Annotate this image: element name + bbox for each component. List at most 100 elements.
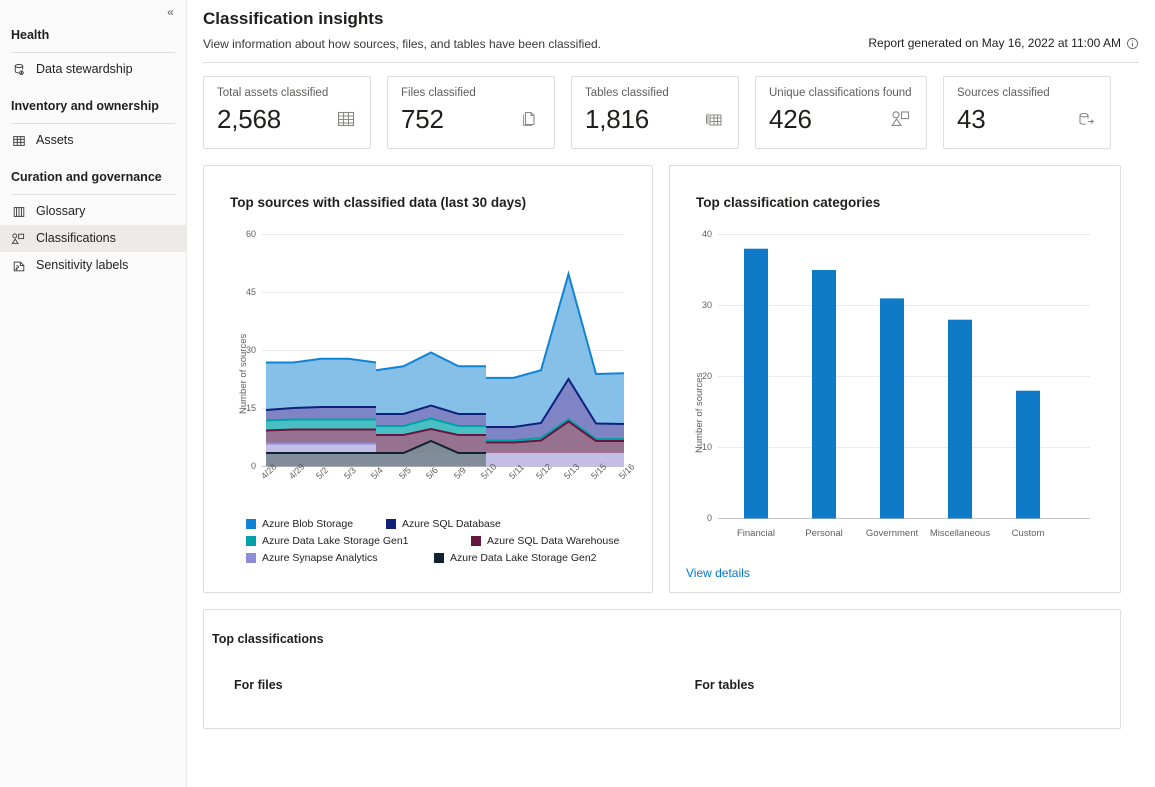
bar-government [880, 298, 904, 518]
kpi-value: 426 [769, 102, 812, 136]
panel-title: Top classification categories [670, 166, 1120, 212]
y-axis-label: Number of sources [694, 373, 705, 453]
bar-financial [744, 249, 768, 519]
y-tick: 20 [688, 371, 712, 381]
tables-stack-icon [704, 109, 724, 129]
legend-item-sql-data-warehouse[interactable]: Azure SQL Data Warehouse [471, 535, 619, 547]
legend-label: Azure SQL Data Warehouse [487, 535, 619, 547]
assets-grid-icon [11, 133, 26, 148]
legend-swatch-icon [471, 536, 481, 546]
kpi-card-sources-classified[interactable]: Sources classified 43 [943, 76, 1111, 149]
sidebar-item-data-stewardship[interactable]: Data stewardship [0, 56, 186, 83]
page-subtitle: View information about how sources, file… [203, 36, 601, 52]
nav-group-inventory-title: Inventory and ownership [0, 93, 186, 119]
main-content: Classification insights View information… [187, 0, 1155, 787]
legend-item-synapse-analytics[interactable]: Azure Synapse Analytics [246, 552, 434, 564]
page-header: Classification insights View information… [187, 0, 1155, 63]
files-copy-icon [520, 109, 540, 129]
legend-swatch-icon [386, 519, 396, 529]
y-tick: 30 [232, 345, 256, 355]
sidebar-item-label: Data stewardship [36, 63, 133, 76]
sidebar-item-glossary[interactable]: Glossary [0, 198, 186, 225]
area-chart: Number of sources [204, 218, 654, 518]
panel-top-classifications: Top classifications For files For tables [203, 609, 1121, 729]
kpi-card-unique-classifications[interactable]: Unique classifications found 426 [755, 76, 927, 149]
kpi-card-tables-classified[interactable]: Tables classified 1,816 [571, 76, 739, 149]
y-tick: 15 [232, 403, 256, 413]
kpi-card-files-classified[interactable]: Files classified 752 [387, 76, 555, 149]
kpi-value: 43 [957, 102, 986, 136]
legend-label: Azure Synapse Analytics [262, 552, 378, 564]
y-tick: 40 [688, 229, 712, 239]
kpi-label: Files classified [401, 86, 542, 100]
legend-item-sql-database[interactable]: Azure SQL Database [386, 518, 501, 530]
legend-swatch-icon [246, 536, 256, 546]
sidebar-item-label: Classifications [36, 232, 116, 245]
page-title: Classification insights [203, 8, 1139, 30]
y-tick: 0 [688, 513, 712, 523]
sidebar-item-classifications[interactable]: Classifications [0, 225, 186, 252]
info-icon[interactable] [1126, 37, 1139, 50]
kpi-label: Total assets classified [217, 86, 358, 100]
y-tick: 30 [688, 300, 712, 310]
sidebar-item-sensitivity-labels[interactable]: Sensitivity labels [0, 252, 186, 279]
bar-chart: Number of sources [670, 218, 1122, 548]
bottom-section: Top classifications For files For tables [187, 593, 1155, 729]
legend-swatch-icon [246, 553, 256, 563]
glossary-book-icon [11, 204, 26, 219]
kpi-label: Sources classified [957, 86, 1098, 100]
nav-group-curation-title: Curation and governance [0, 164, 186, 190]
bar-custom [1016, 391, 1040, 519]
sidebar-item-label: Glossary [36, 205, 85, 218]
area-chart-legend: Azure Blob Storage Azure SQL Database Az… [246, 518, 636, 569]
panel-top-categories: Top classification categories Number of … [669, 165, 1121, 593]
legend-swatch-icon [246, 519, 256, 529]
nav-divider [11, 194, 175, 195]
legend-label: Azure SQL Database [402, 518, 501, 530]
collapse-sidebar-button[interactable]: « [158, 1, 182, 23]
table-grid-icon [336, 109, 356, 129]
left-navigation-sidebar: « Health Data stewardship [0, 0, 187, 787]
sidebar-item-label: Sensitivity labels [36, 259, 128, 272]
kpi-value: 752 [401, 102, 444, 136]
view-details-link[interactable]: View details [686, 566, 750, 580]
sidebar-item-assets[interactable]: Assets [0, 127, 186, 154]
sensitivity-label-icon [11, 258, 26, 273]
for-tables-heading: For tables [695, 678, 755, 692]
bar-miscellaneous [948, 320, 972, 519]
collapse-chevrons-icon: « [167, 5, 173, 19]
report-generated-stamp: Report generated on May 16, 2022 at 11:0… [868, 36, 1139, 50]
classification-tag-icon [890, 109, 912, 129]
legend-item-adls-gen2[interactable]: Azure Data Lake Storage Gen2 [434, 552, 597, 564]
kpi-value: 1,816 [585, 102, 649, 136]
legend-swatch-icon [434, 553, 444, 563]
nav-group-health-title: Health [0, 22, 186, 48]
y-tick: 60 [232, 229, 256, 239]
kpi-label: Unique classifications found [769, 86, 914, 100]
y-tick: 10 [688, 442, 712, 452]
kpi-value: 2,568 [217, 102, 281, 136]
data-stewardship-icon [11, 62, 26, 77]
bar-chart-svg [670, 218, 1122, 548]
panel-title: Top classifications [204, 610, 1120, 648]
kpi-card-total-assets[interactable]: Total assets classified 2,568 [203, 76, 371, 149]
bar-personal [812, 270, 836, 519]
kpi-label: Tables classified [585, 86, 726, 100]
nav-divider [11, 52, 175, 53]
y-tick: 0 [232, 461, 256, 471]
kpi-card-row: Total assets classified 2,568 Files clas… [187, 63, 1155, 149]
nav-divider [11, 123, 175, 124]
for-files-heading: For files [234, 678, 283, 692]
source-database-icon [1076, 109, 1096, 129]
legend-label: Azure Blob Storage [262, 518, 353, 530]
classifications-tag-icon [11, 231, 26, 246]
report-generated-text: Report generated on May 16, 2022 at 11:0… [868, 36, 1121, 50]
panel-title: Top sources with classified data (last 3… [204, 166, 652, 212]
charts-row: Top sources with classified data (last 3… [187, 149, 1155, 593]
x-tick: Custom [988, 528, 1068, 539]
sidebar-item-label: Assets [36, 134, 74, 147]
legend-item-blob-storage[interactable]: Azure Blob Storage [246, 518, 386, 530]
app-root: « Health Data stewardship [0, 0, 1155, 787]
legend-item-adls-gen1[interactable]: Azure Data Lake Storage Gen1 [246, 535, 471, 547]
legend-label: Azure Data Lake Storage Gen1 [262, 535, 409, 547]
